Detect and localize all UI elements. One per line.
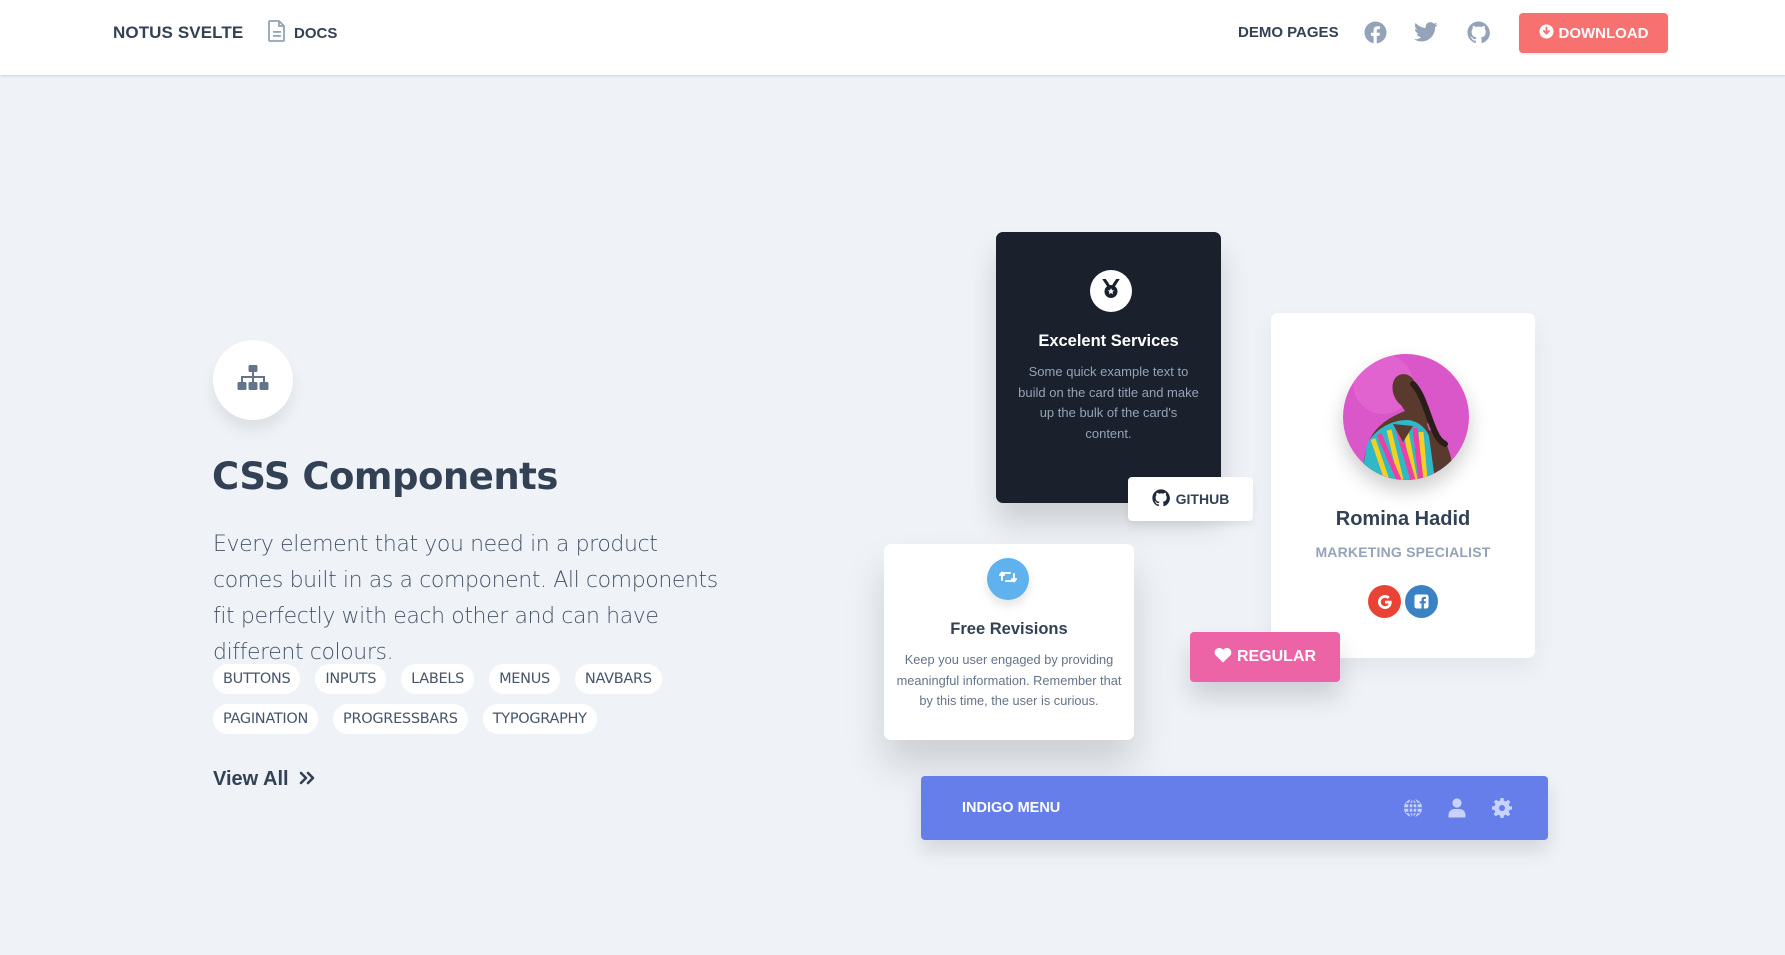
- download-label: DOWNLOAD: [1558, 24, 1649, 42]
- card-title: Excelent Services: [1038, 332, 1179, 350]
- tag-buttons[interactable]: BUTTONS: [213, 664, 301, 694]
- indigo-menu-label[interactable]: INDIGO MENU: [962, 800, 1060, 816]
- view-all-link[interactable]: View All: [213, 768, 316, 791]
- github-icon: [1152, 488, 1170, 510]
- tag-pagination[interactable]: PAGINATION: [213, 704, 319, 734]
- medal-icon: [1102, 277, 1120, 304]
- heart-icon: [1214, 647, 1232, 668]
- facebook-icon[interactable]: [1405, 585, 1438, 618]
- sitemap-icon: [237, 364, 269, 396]
- profile-social-row: [1368, 585, 1438, 618]
- arrow-circle-down-icon: [1538, 23, 1554, 43]
- navbar: NOTUS SVELTE DOCS DEMO PAGES DOWNLOAD: [0, 0, 1785, 75]
- globe-icon[interactable]: [1401, 796, 1425, 820]
- profile-name: Romina Hadid: [1335, 508, 1471, 530]
- user-icon[interactable]: [1445, 796, 1469, 820]
- google-icon[interactable]: [1368, 585, 1401, 618]
- card-title: Free Revisions: [950, 620, 1068, 638]
- card-text: Some quick example text to build on the …: [1018, 364, 1199, 441]
- tag-inputs[interactable]: INPUTS: [315, 664, 387, 694]
- avatar: [1343, 354, 1469, 480]
- download-button[interactable]: DOWNLOAD: [1519, 13, 1668, 53]
- docs-link[interactable]: DOCS: [268, 20, 337, 47]
- regular-label: REGULAR: [1236, 648, 1317, 665]
- angle-double-right-icon: [299, 768, 316, 791]
- tag-progressbars[interactable]: PROGRESSBARS: [333, 704, 468, 734]
- card-text: Keep you user engaged by providing meani…: [896, 652, 1122, 708]
- demo-pages-dropdown[interactable]: DEMO PAGES: [1238, 24, 1339, 41]
- section-description: Every element that you need in a product…: [213, 532, 718, 665]
- sitemap-icon-circle: [213, 340, 293, 420]
- github-icon[interactable]: [1466, 20, 1490, 44]
- facebook-icon[interactable]: [1363, 20, 1387, 44]
- gear-icon[interactable]: [1490, 796, 1514, 820]
- medal-icon-circle: [1090, 270, 1132, 312]
- regular-button[interactable]: REGULAR: [1190, 632, 1340, 682]
- file-text-icon: [268, 20, 286, 47]
- component-tags: BUTTONS INPUTS LABELS MENUS NAVBARS PAGI…: [213, 664, 713, 734]
- twitter-icon[interactable]: [1414, 20, 1438, 44]
- github-button[interactable]: GITHUB: [1128, 477, 1253, 521]
- retweet-icon-circle: [987, 558, 1029, 600]
- view-all-label: View All: [213, 768, 289, 790]
- profile-card: Romina Hadid MARKETING SPECIALIST: [1271, 313, 1535, 658]
- excelent-services-card: Excelent Services Some quick example tex…: [996, 232, 1221, 503]
- tag-navbars[interactable]: NAVBARS: [574, 664, 662, 694]
- tag-menus[interactable]: MENUS: [489, 664, 560, 694]
- retweet-icon: [999, 570, 1017, 589]
- brand-link[interactable]: NOTUS SVELTE: [113, 23, 243, 43]
- tag-typography[interactable]: TYPOGRAPHY: [482, 704, 597, 734]
- docs-label: DOCS: [294, 25, 338, 42]
- free-revisions-card: Free Revisions Keep you user engaged by …: [884, 544, 1134, 740]
- github-label: GITHUB: [1175, 491, 1230, 507]
- tag-labels[interactable]: LABELS: [401, 664, 475, 694]
- section-title: CSS Components: [212, 455, 558, 498]
- indigo-menu-navbar: INDIGO MENU: [921, 776, 1548, 840]
- profile-role: MARKETING SPECIALIST: [1315, 544, 1491, 560]
